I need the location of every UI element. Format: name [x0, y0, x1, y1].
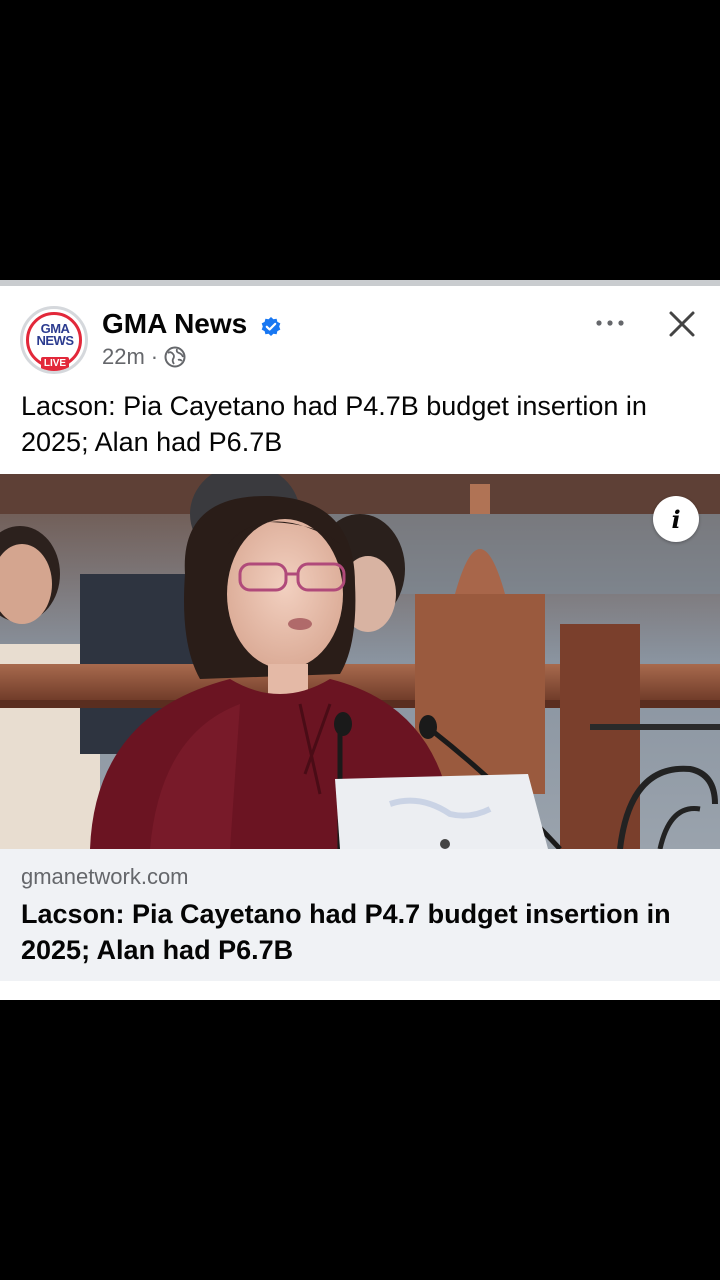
verified-badge-icon — [261, 317, 281, 336]
close-icon[interactable] — [666, 308, 698, 340]
post-meta: 22m · — [102, 344, 186, 370]
page-name[interactable]: GMA News — [102, 308, 247, 340]
post-image[interactable] — [0, 474, 720, 849]
post-photo — [0, 474, 720, 849]
card-top-divider — [0, 280, 720, 286]
top-letterbox — [0, 0, 720, 280]
page-avatar[interactable]: GMA NEWS LIVE — [20, 306, 88, 374]
link-title[interactable]: Lacson: Pia Cayetano had P4.7 budget ins… — [21, 896, 711, 968]
avatar-live-badge: LIVE — [41, 357, 69, 371]
bottom-letterbox — [0, 1000, 720, 1280]
info-icon[interactable]: i — [653, 496, 699, 542]
globe-icon — [164, 346, 186, 368]
link-domain[interactable]: gmanetwork.com — [21, 864, 189, 890]
more-options-icon[interactable] — [592, 310, 628, 336]
avatar-logo-text: GMA NEWS — [36, 321, 75, 348]
meta-separator: · — [150, 344, 159, 369]
post-text: Lacson: Pia Cayetano had P4.7B budget in… — [21, 391, 647, 457]
post-time[interactable]: 22m — [102, 344, 145, 370]
